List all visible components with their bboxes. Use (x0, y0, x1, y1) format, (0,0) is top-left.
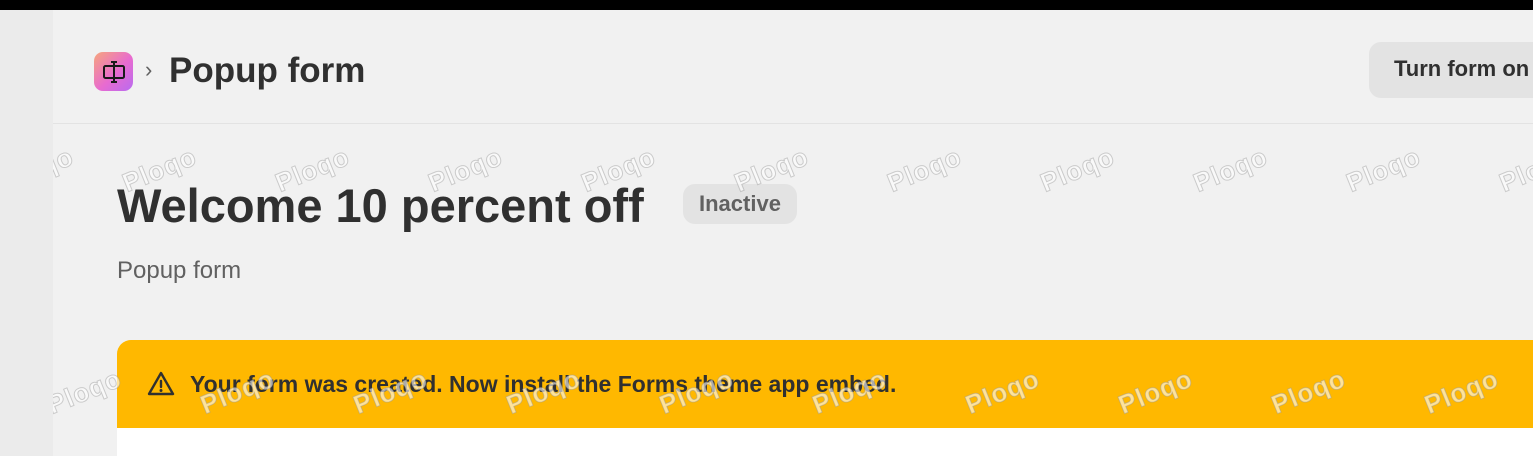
warning-banner: Your form was created. Now install the F… (117, 340, 1533, 428)
watermark-text: Ploqo (1035, 141, 1119, 199)
watermark-text: Ploqo (1494, 141, 1533, 199)
watermark-text: Ploqo (882, 141, 966, 199)
page-title: Welcome 10 percent off (117, 179, 644, 232)
watermark-text: Ploqo (1341, 141, 1425, 199)
warning-icon (147, 371, 175, 396)
left-sidebar-rail (0, 10, 53, 456)
window-top-bar (0, 0, 1533, 10)
watermark-text: Ploqo (53, 141, 78, 199)
setup-card-body (117, 428, 1533, 456)
status-badge: Inactive (683, 184, 797, 224)
forms-app-icon[interactable] (94, 52, 133, 91)
form-icon (102, 60, 125, 83)
watermark-text: Ploqo (1188, 141, 1272, 199)
header-title: Popup form (169, 51, 366, 90)
form-type-subtitle: Popup form (117, 257, 242, 284)
turn-form-on-button[interactable]: Turn form on (1369, 42, 1533, 98)
main-content: › Popup form Turn form on Welcome 10 per… (53, 10, 1533, 456)
page-header: › Popup form Turn form on (53, 10, 1533, 124)
breadcrumb-chevron-icon: › (145, 57, 153, 82)
watermark-text: Ploqo (53, 363, 126, 421)
banner-message: Your form was created. Now install the F… (190, 371, 897, 397)
